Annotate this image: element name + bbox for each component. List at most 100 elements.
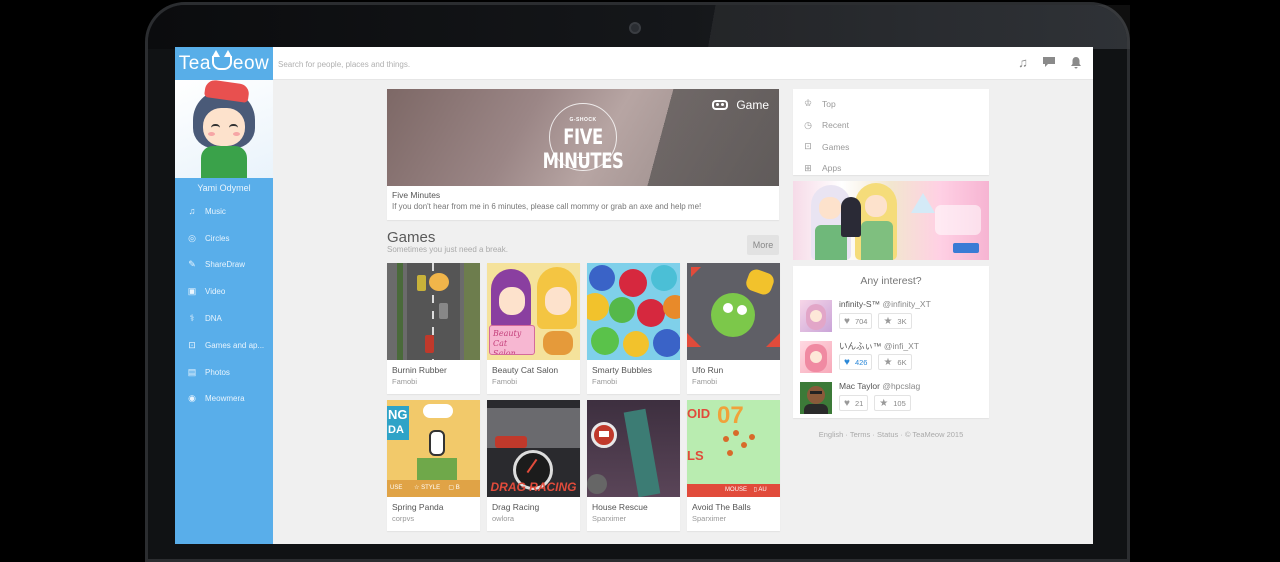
menu-item-top[interactable]: ♔ Top	[793, 93, 989, 115]
game-thumbnail: 07 OID LS MOUSE ▯ AU	[687, 400, 780, 497]
sidebar-item-circles[interactable]: ◎ Circles	[175, 225, 273, 252]
suggested-users: Any interest? infinity-S™ @infinity_XT ♥…	[793, 266, 989, 418]
user-name-line[interactable]: Mac Taylor @hpcslag	[839, 381, 920, 391]
webcam	[629, 22, 641, 34]
game-card[interactable]: House Rescue Sparximer	[587, 400, 680, 531]
game-author: Famobi	[392, 377, 418, 386]
game-name: House Rescue	[592, 502, 648, 512]
clock-icon: ◷	[804, 119, 812, 130]
top-bar: Teaeow ♫	[175, 47, 1093, 80]
photo-icon: ▤	[187, 366, 197, 377]
star-count: 6K	[897, 357, 907, 367]
category-menu: ♔ Top ◷ Recent ⊡ Games ⊞ Apps	[793, 89, 989, 175]
like-button[interactable]: ♥ 426	[839, 354, 873, 370]
menu-item-label: Games	[822, 141, 850, 152]
menu-item-label: Recent	[822, 120, 849, 131]
game-name: Ufo Run	[692, 365, 724, 375]
gamepad-icon	[712, 100, 729, 110]
chat-bubble-icon[interactable]	[1042, 56, 1056, 70]
more-button[interactable]: More	[747, 235, 779, 255]
footer-english-link[interactable]: English	[819, 430, 844, 439]
thumb-panda-mid: DA	[388, 424, 404, 436]
category-text: Game	[736, 98, 769, 112]
like-count: 21	[854, 398, 864, 408]
game-author: owlora	[492, 514, 515, 523]
user-name-line[interactable]: infinity-S™ @infinity_XT	[839, 299, 931, 309]
star-button[interactable]: ★ 105	[874, 395, 911, 411]
game-card[interactable]: DRAG RACING Drag Racing owlora	[487, 400, 580, 531]
profile-username[interactable]: Yami Odymel	[175, 178, 273, 198]
sidebar-item-label: Meowmera	[205, 394, 245, 404]
game-author: Sparximer	[692, 514, 727, 523]
suggested-users-title: Any interest?	[860, 275, 922, 287]
user-name: Mac Taylor	[839, 381, 880, 391]
avatar[interactable]	[800, 382, 832, 414]
trophy-icon: ♔	[803, 98, 813, 109]
star-button[interactable]: ★ 6K	[878, 354, 912, 370]
game-card[interactable]: Ufo Run Famobi	[687, 263, 780, 394]
sidebar-item-music[interactable]: ♫ Music	[175, 198, 273, 225]
main-content: G-SHOCK FIVE MINUTES Game Five Minutes I…	[387, 89, 780, 531]
cat-m-icon	[211, 50, 232, 70]
game-name: Avoid The Balls	[692, 502, 751, 512]
thumb-panda-bar-mid: STYLE	[421, 485, 441, 491]
game-name: Beauty Cat Salon	[492, 365, 559, 375]
game-name: Spring Panda	[392, 502, 444, 512]
sidebar-item-label: Circles	[205, 233, 230, 243]
app-logo[interactable]: Tea eow	[175, 47, 273, 80]
sidebar-item-sharedraw[interactable]: ✎ ShareDraw	[175, 252, 273, 279]
footer-separator: ·	[845, 430, 848, 439]
hero-title: FIVE MINUTES	[542, 125, 624, 173]
sidebar-item-label: ShareDraw	[205, 260, 246, 270]
game-card[interactable]: Smarty Bubbles Famobi	[587, 263, 680, 394]
menu-item-apps[interactable]: ⊞ Apps	[793, 158, 989, 180]
sidebar-item-games-and-apps[interactable]: ⊡ Games and ap...	[175, 332, 273, 359]
menu-item-label: Top	[822, 98, 836, 109]
featured-game-card[interactable]: G-SHOCK FIVE MINUTES Game Five Minutes I…	[387, 89, 779, 220]
sidebar-item-label: Music	[205, 206, 226, 216]
game-thumbnail	[587, 400, 680, 497]
menu-item-games[interactable]: ⊡ Games	[793, 136, 989, 158]
footer-copyright: © TeaMeow 2015	[904, 430, 964, 439]
thumb-panda-bar-left: USE	[390, 485, 403, 491]
like-button[interactable]: ♥ 704	[839, 313, 873, 329]
game-thumbnail	[587, 263, 680, 360]
gamepad-icon: ⊡	[188, 339, 196, 350]
featured-game-name: Five Minutes	[392, 190, 441, 200]
game-author: Famobi	[592, 377, 618, 386]
sidebar: Yami Odymel ♫ Music ◎ Circles ✎ ShareDraw ▣…	[175, 80, 273, 544]
avatar[interactable]	[800, 341, 832, 373]
promo-banner[interactable]	[793, 181, 989, 260]
game-thumbnail: DRAG RACING	[487, 400, 580, 497]
right-column: ♔ Top ◷ Recent ⊡ Games ⊞ Apps Any interest?	[793, 89, 989, 439]
user-name-line[interactable]: いんふぃ™ @infi_XT	[839, 340, 919, 352]
music-note-icon[interactable]: ♫	[1016, 56, 1030, 70]
sidebar-item-video[interactable]: ▣ Video	[175, 278, 273, 305]
sidebar-item-label: DNA	[205, 314, 222, 324]
star-button[interactable]: ★ 3K	[878, 313, 912, 329]
sidebar-item-meowmera[interactable]: ◉ Meowmera	[175, 386, 273, 413]
game-card[interactable]: Burnin Rubber Famobi	[387, 263, 480, 394]
footer-status-link[interactable]: Status	[877, 430, 898, 439]
games-section-header: Games Sometimes you just need a break. M…	[387, 229, 779, 263]
search-input[interactable]	[278, 57, 778, 71]
music-note-icon: ♫	[188, 206, 196, 217]
thumb-avoid-1: OID	[687, 406, 711, 421]
avatar[interactable]	[175, 80, 273, 178]
menu-item-recent[interactable]: ◷ Recent	[793, 115, 989, 137]
sidebar-item-photos[interactable]: ▤ Photos	[175, 359, 273, 386]
star-count: 105	[893, 398, 906, 408]
star-count: 3K	[897, 316, 907, 326]
featured-game-banner: G-SHOCK FIVE MINUTES Game	[387, 89, 779, 186]
avatar[interactable]	[800, 300, 832, 332]
like-button[interactable]: ♥ 21	[839, 395, 869, 411]
game-name: Burnin Rubber	[392, 365, 447, 375]
user-handle: @infinity_XT	[882, 299, 931, 309]
sidebar-item-label: Photos	[205, 367, 230, 377]
sidebar-item-dna[interactable]: ⚕ DNA	[175, 305, 273, 332]
game-card[interactable]: NG DA USE ☆ STYLE ▢ B Spring Panda corpv…	[387, 400, 480, 531]
bell-icon[interactable]	[1069, 56, 1083, 70]
game-card[interactable]: 07 OID LS MOUSE ▯ AU Avoid The Balls Spa…	[687, 400, 780, 531]
footer-terms-link[interactable]: Terms	[850, 430, 870, 439]
game-card[interactable]: Beauty Cat Salon Beauty Cat Salon Famobi	[487, 263, 580, 394]
